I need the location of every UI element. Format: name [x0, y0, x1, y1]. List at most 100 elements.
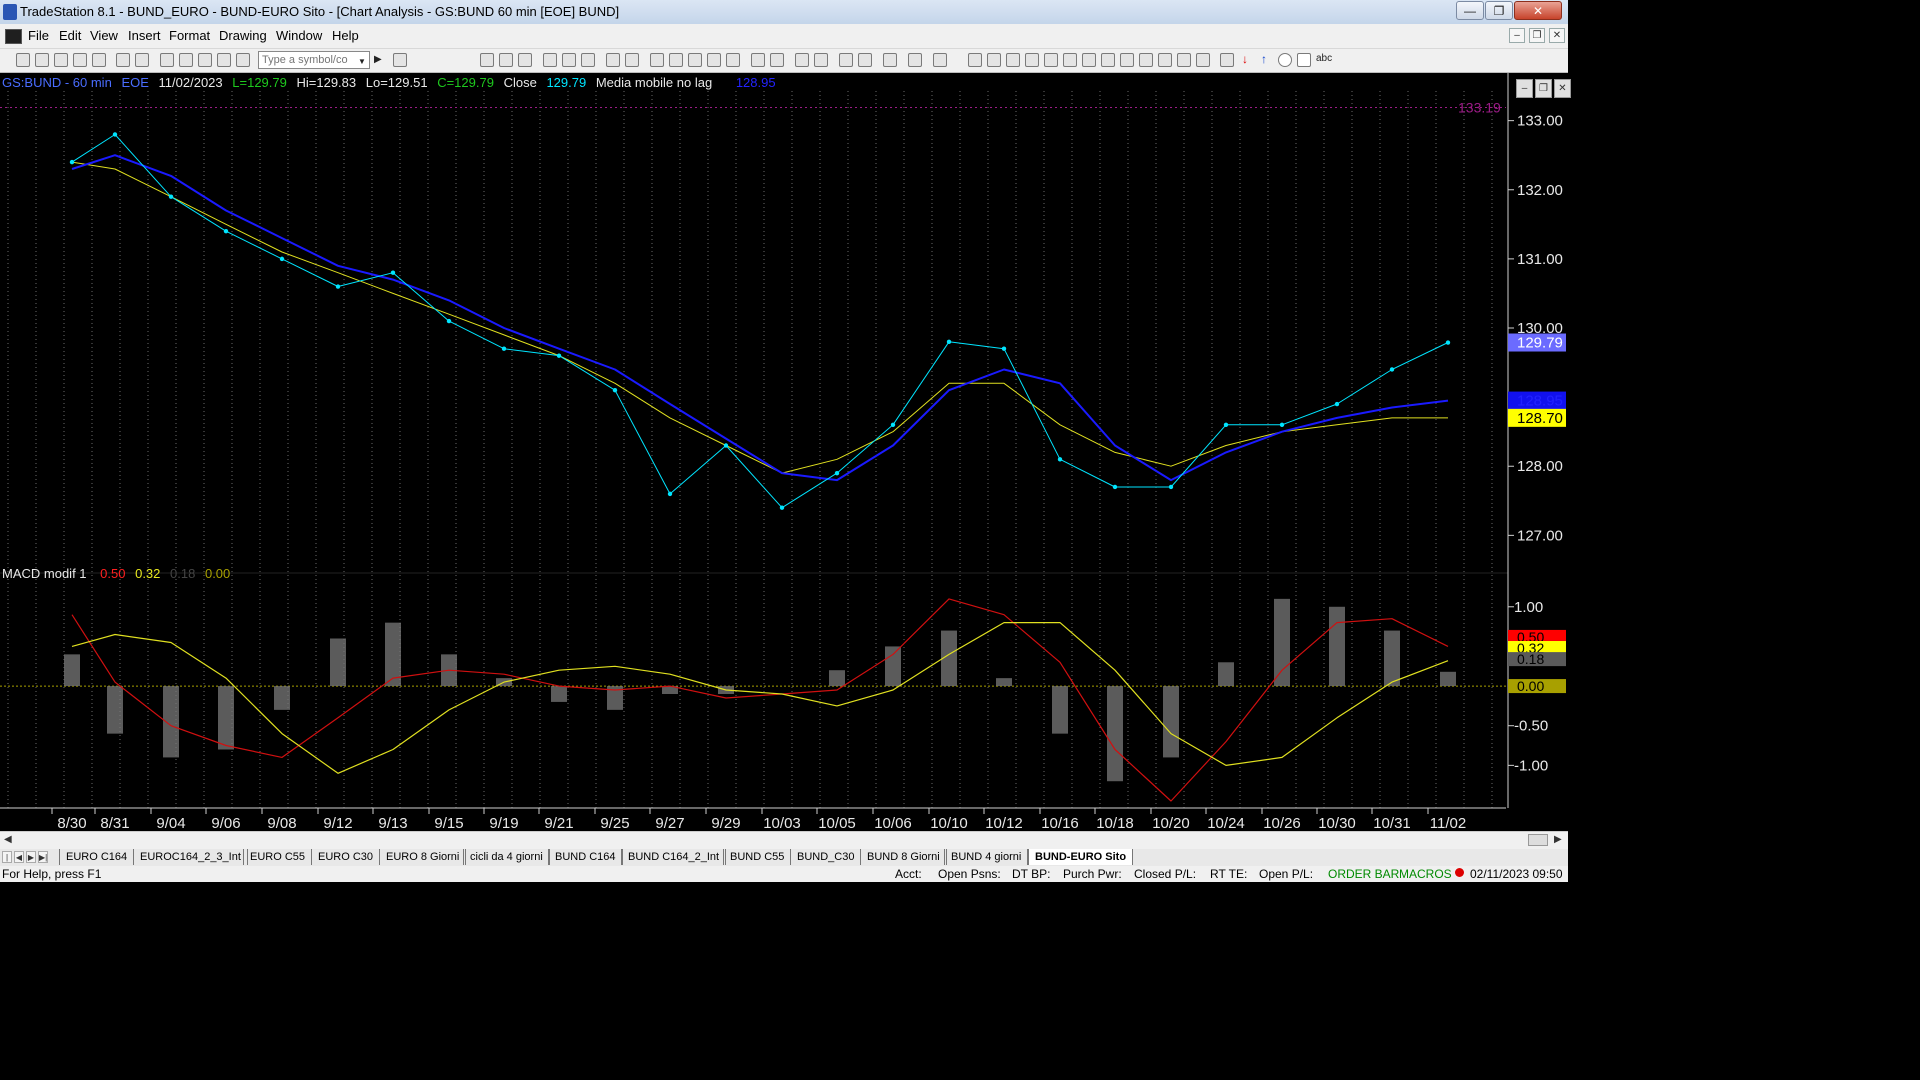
- mdi-restore-button[interactable]: ❐: [1529, 28, 1545, 43]
- paste-icon[interactable]: [73, 53, 87, 67]
- tab-bund-c30[interactable]: BUND_C30: [790, 849, 862, 865]
- vertical-line-icon[interactable]: [987, 53, 1001, 67]
- tab-bund-c164-2-int[interactable]: BUND C164_2_Int: [621, 849, 727, 865]
- chart-window-icon[interactable]: [5, 29, 22, 44]
- fibonacci-icon[interactable]: [1044, 53, 1058, 67]
- arrow-up-icon[interactable]: ↑: [1261, 52, 1267, 66]
- tab-euro-c55[interactable]: EURO C55: [243, 849, 313, 865]
- data-window-icon[interactable]: [908, 53, 922, 67]
- menu-edit[interactable]: Edit: [59, 28, 81, 43]
- channel-icon[interactable]: [1025, 53, 1039, 67]
- tab-bund-c55[interactable]: BUND C55: [723, 849, 792, 865]
- tab-first-icon[interactable]: |◀: [2, 851, 12, 874]
- copy-icon[interactable]: [54, 53, 68, 67]
- chart-canvas[interactable]: 133.00132.00131.00130.00128.00127.00133.…: [0, 73, 1568, 831]
- rectangle-icon[interactable]: [1297, 53, 1311, 67]
- window-icon[interactable]: [160, 53, 174, 67]
- close-button[interactable]: ✕: [1514, 1, 1562, 20]
- tools-icon[interactable]: [883, 53, 897, 67]
- angle-icon[interactable]: [1120, 53, 1134, 67]
- symbol-input[interactable]: [258, 51, 370, 69]
- scroll-thumb[interactable]: [1528, 834, 1548, 846]
- tab-euroc164-2-3-int[interactable]: EUROC164_2_3_Int: [133, 849, 248, 865]
- subwindow-minimize-button[interactable]: –: [1516, 79, 1533, 98]
- tab-euro-8-giorni[interactable]: EURO 8 Giorni: [379, 849, 467, 865]
- chart-area[interactable]: 133.00 132.00 131.00 130.00 128.00 127.00 133.…: [0, 73, 1571, 831]
- trendline-icon[interactable]: [968, 53, 982, 67]
- menu-window[interactable]: Window: [276, 28, 322, 43]
- menu-file[interactable]: File: [28, 28, 49, 43]
- tab-prev-icon[interactable]: ◀: [14, 851, 24, 863]
- strategy-icon[interactable]: [217, 53, 231, 67]
- open-icon[interactable]: [35, 53, 49, 67]
- parallel-icon[interactable]: [1158, 53, 1172, 67]
- zoom-out-icon[interactable]: [814, 53, 828, 67]
- arc-icon[interactable]: [1177, 53, 1191, 67]
- tab-bund-8-giorni[interactable]: BUND 8 Giorni: [860, 849, 947, 865]
- tab-next-icon[interactable]: ▶: [26, 851, 36, 863]
- line-chart-icon[interactable]: [499, 53, 513, 67]
- scroll-left-icon[interactable]: ◀: [4, 834, 12, 845]
- mdi-minimize-button[interactable]: –: [1509, 28, 1525, 43]
- horizontal-line-icon[interactable]: [1006, 53, 1020, 67]
- histogram-icon[interactable]: [726, 53, 740, 67]
- tab-euro-c30[interactable]: EURO C30: [311, 849, 381, 865]
- gann-icon[interactable]: [1082, 53, 1096, 67]
- scroll-right-icon[interactable]: ▶: [1554, 834, 1562, 845]
- window-alt-icon[interactable]: [179, 53, 193, 67]
- curve-icon[interactable]: [1220, 53, 1234, 67]
- horizontal-scrollbar[interactable]: ◀ ▶: [0, 831, 1568, 850]
- fan-icon[interactable]: [1101, 53, 1115, 67]
- format-icon[interactable]: [606, 53, 620, 67]
- speed-line-icon[interactable]: [1063, 53, 1077, 67]
- text-tool-icon[interactable]: abc: [1316, 53, 1332, 64]
- tab-bund-4-giorni[interactable]: BUND 4 giorni: [944, 849, 1029, 865]
- candle-icon[interactable]: [688, 53, 702, 67]
- ray-icon[interactable]: [1139, 53, 1153, 67]
- lock-icon[interactable]: [198, 53, 212, 67]
- menu-format[interactable]: Format: [169, 28, 210, 43]
- order-bar-button[interactable]: ORDER BAR: [1328, 867, 1399, 881]
- tab-bund-euro-sito[interactable]: BUND-EURO Sito: [1028, 849, 1134, 865]
- tab-bund-c164[interactable]: BUND C164: [548, 849, 623, 865]
- bar-chart-icon[interactable]: [480, 53, 494, 67]
- ellipse-icon[interactable]: [1278, 53, 1292, 67]
- bar-style-icon[interactable]: [707, 53, 721, 67]
- radar-icon[interactable]: [581, 53, 595, 67]
- style-icon[interactable]: [625, 53, 639, 67]
- cursor-alt-icon[interactable]: [858, 53, 872, 67]
- tab-euro-c164[interactable]: EURO C164: [59, 849, 135, 865]
- arrow-down-icon[interactable]: ↓: [1242, 52, 1248, 66]
- save-icon[interactable]: [116, 53, 130, 67]
- menu-insert[interactable]: Insert: [128, 28, 161, 43]
- tab-last-icon[interactable]: ▶|: [38, 851, 48, 863]
- tab-cicli-da-4-giorni[interactable]: cicli da 4 giorni: [463, 849, 550, 865]
- mdi-close-button[interactable]: ✕: [1549, 28, 1565, 43]
- find-icon[interactable]: [393, 53, 407, 67]
- maximize-button[interactable]: ❐: [1485, 1, 1513, 20]
- symbol-link-icon[interactable]: [650, 53, 664, 67]
- play-arrow-icon[interactable]: ▶: [374, 54, 382, 65]
- grid-icon[interactable]: [518, 53, 532, 67]
- scan-icon[interactable]: [562, 53, 576, 67]
- menu-view[interactable]: View: [90, 28, 118, 43]
- workspace-icon[interactable]: [92, 53, 106, 67]
- pointer-icon[interactable]: [839, 53, 853, 67]
- new-icon[interactable]: [16, 53, 30, 67]
- subwindow-close-button[interactable]: ✕: [1554, 79, 1571, 98]
- chevron-down-icon[interactable]: ▼: [358, 57, 366, 66]
- pencil-icon[interactable]: [1196, 53, 1210, 67]
- globe-icon[interactable]: [236, 53, 250, 67]
- menu-help[interactable]: Help: [332, 28, 359, 43]
- indicator-icon[interactable]: [543, 53, 557, 67]
- zoom-x-icon[interactable]: [751, 53, 765, 67]
- zoom-in-icon[interactable]: [795, 53, 809, 67]
- subwindow-restore-button[interactable]: ❐: [1535, 79, 1552, 98]
- spacing-icon[interactable]: [770, 53, 784, 67]
- print-icon[interactable]: [135, 53, 149, 67]
- disabled-icon[interactable]: [933, 53, 947, 67]
- macros-button[interactable]: MACROS: [1399, 867, 1452, 881]
- minimize-button[interactable]: —: [1456, 1, 1484, 20]
- menu-drawing[interactable]: Drawing: [219, 28, 267, 43]
- alert-icon[interactable]: [669, 53, 683, 67]
